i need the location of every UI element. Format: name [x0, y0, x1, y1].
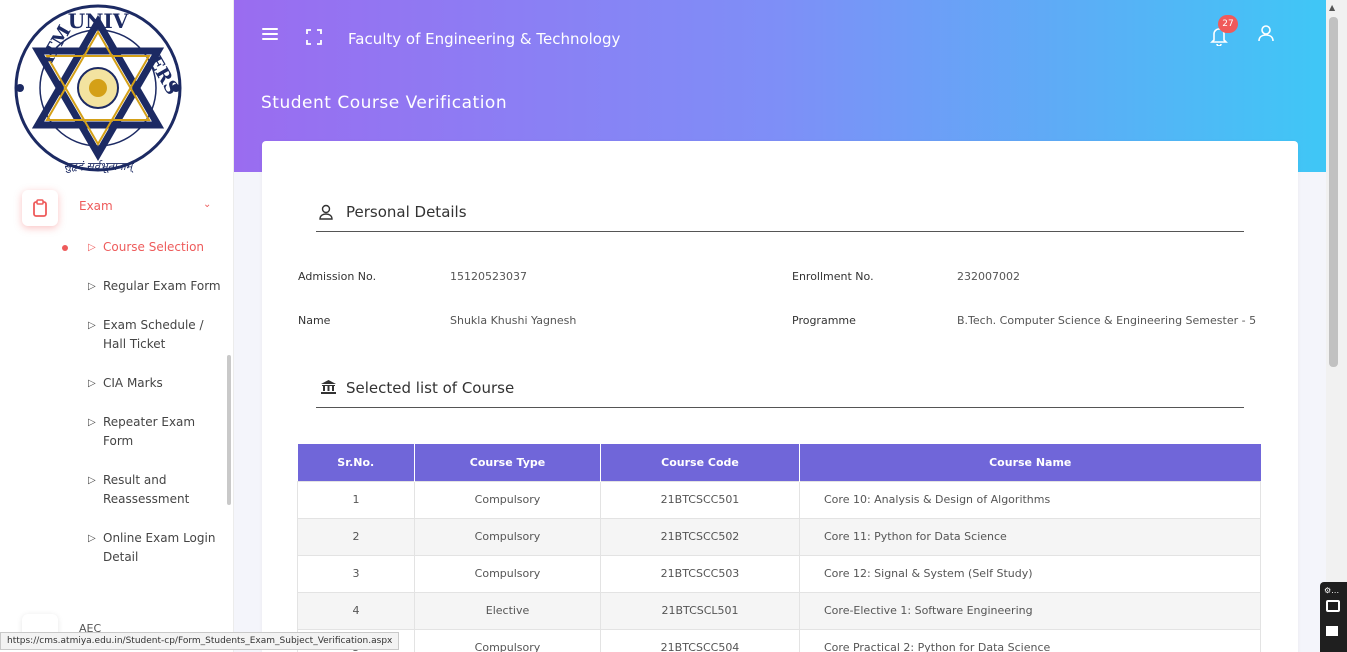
divider — [316, 407, 1244, 408]
triangle-right-icon: ▷ — [88, 533, 96, 544]
page-scrollbar[interactable]: ▲ — [1326, 0, 1347, 652]
sidebar-item-cia-marks[interactable]: ▷ CIA Marks — [62, 374, 222, 393]
course-name-cell: Core 10: Analysis & Design of Algorithms — [799, 480, 1261, 519]
scrollbar-thumb[interactable] — [1329, 17, 1338, 367]
faculty-title: Faculty of Engineering & Technology — [348, 30, 621, 48]
university-logo[interactable]: UNIV ATM ERS सुहृदं सर्वभूतानाम् — [8, 0, 188, 180]
svg-text:सुहृदं सर्वभूतानाम्: सुहृदं सर्वभूतानाम् — [64, 160, 135, 174]
divider — [316, 231, 1244, 232]
column-header: Course Type — [414, 444, 601, 481]
active-dot-icon — [62, 245, 68, 251]
user-icon[interactable] — [1258, 24, 1274, 42]
clipboard-icon — [22, 190, 58, 226]
triangle-right-icon: ▷ — [88, 417, 96, 428]
column-header: Sr.No. — [297, 444, 415, 481]
sidebar-item-repeater-exam-form[interactable]: ▷ Repeater Exam Form — [62, 413, 222, 451]
svg-text:UNIV: UNIV — [68, 9, 129, 33]
course-type-cell: Elective — [414, 591, 601, 630]
sr-no-cell: 3 — [297, 554, 415, 593]
course-code-cell: 21BTCSCC502 — [600, 517, 800, 556]
course-code-cell: 21BTCSCC504 — [600, 628, 800, 652]
sidebar-item-label: Result and Reassessment — [103, 473, 190, 506]
course-code-cell: 21BTCSCC503 — [600, 554, 800, 593]
menu-exam[interactable]: Exam ⌄ — [18, 188, 228, 226]
sidebar-item-online-exam-login[interactable]: ▷ Online Exam Login Detail — [62, 529, 222, 567]
chevron-down-icon: ⌄ — [203, 199, 212, 210]
sidebar-scrollbar[interactable] — [227, 355, 231, 505]
enrollment-no-value: 232007002 — [957, 270, 1020, 283]
floating-toolbar: ⚙… — [1320, 582, 1347, 652]
course-name-cell: Core Practical 2: Python for Data Scienc… — [799, 628, 1261, 652]
personal-details-title: Personal Details — [346, 203, 467, 221]
course-name-cell: Core 12: Signal & System (Self Study) — [799, 554, 1261, 593]
sidebar-item-regular-exam-form[interactable]: ▷ Regular Exam Form — [62, 277, 222, 296]
triangle-right-icon: ▷ — [88, 378, 96, 389]
programme-value: B.Tech. Computer Science & Engineering S… — [957, 314, 1257, 327]
triangle-right-icon: ▷ — [88, 475, 96, 486]
course-type-cell: Compulsory — [414, 480, 601, 519]
admission-no-value: 15120523037 — [450, 270, 527, 283]
hamburger-menu-icon[interactable] — [262, 28, 278, 42]
fullscreen-icon[interactable] — [306, 29, 322, 45]
triangle-right-icon: ▷ — [88, 320, 96, 331]
column-header: Course Name — [799, 444, 1261, 481]
name-value: Shukla Khushi Yagnesh — [450, 314, 577, 327]
sidebar-item-label: Exam Schedule / Hall Ticket — [103, 318, 204, 351]
table-row: 3 Compulsory 21BTCSCC503 Core 12: Signal… — [297, 554, 1261, 593]
admission-no-label: Admission No. — [298, 270, 377, 283]
programme-label: Programme — [792, 314, 856, 327]
sidebar-item-label: Regular Exam Form — [103, 279, 221, 293]
menu-exam-label: Exam — [79, 199, 113, 213]
video-icon[interactable] — [1326, 626, 1338, 636]
table-header-row: Sr.No. Course Type Course Code Course Na… — [297, 444, 1261, 481]
sidebar-item-result-reassessment[interactable]: ▷ Result and Reassessment — [62, 471, 222, 509]
table-row: 4 Elective 21BTCSCL501 Core-Elective 1: … — [297, 591, 1261, 630]
person-icon — [319, 204, 333, 220]
course-list-title: Selected list of Course — [346, 379, 515, 397]
more-icon[interactable]: ⚙… — [1324, 586, 1339, 595]
status-bar-url: https://cms.atmiya.edu.in/Student-cp/For… — [0, 632, 400, 650]
sidebar-item-course-selection[interactable]: ▷ Course Selection — [62, 238, 222, 257]
enrollment-no-label: Enrollment No. — [792, 270, 874, 283]
course-type-cell: Compulsory — [414, 517, 601, 556]
sr-no-cell: 1 — [297, 480, 415, 519]
scroll-up-icon[interactable]: ▲ — [1329, 3, 1335, 12]
triangle-right-icon: ▷ — [88, 242, 96, 253]
sidebar: UNIV ATM ERS सुहृदं सर्वभूतानाम् Exam ⌄ … — [0, 0, 234, 652]
table-row: 5 Compulsory 21BTCSCC504 Core Practical … — [297, 628, 1261, 652]
course-name-cell: Core-Elective 1: Software Engineering — [799, 591, 1261, 630]
camera-icon[interactable] — [1326, 600, 1340, 612]
triangle-right-icon: ▷ — [88, 281, 96, 292]
sidebar-item-exam-schedule[interactable]: ▷ Exam Schedule / Hall Ticket — [62, 316, 222, 354]
main-card: Personal Details Admission No. 151205230… — [262, 141, 1298, 652]
sidebar-item-label: Repeater Exam Form — [103, 415, 196, 448]
sr-no-cell: 2 — [297, 517, 415, 556]
course-name-cell: Core 11: Python for Data Science — [799, 517, 1261, 556]
column-header: Course Code — [600, 444, 800, 481]
notification-badge: 27 — [1218, 15, 1238, 33]
exam-submenu: ▷ Course Selection ▷ Regular Exam Form ▷… — [62, 238, 222, 587]
table-row: 2 Compulsory 21BTCSCC502 Core 11: Python… — [297, 517, 1261, 556]
sidebar-item-label: Course Selection — [103, 240, 205, 254]
sr-no-cell: 4 — [297, 591, 415, 630]
institution-icon — [321, 380, 336, 394]
course-code-cell: 21BTCSCC501 — [600, 480, 800, 519]
page-title: Student Course Verification — [261, 93, 508, 113]
table-row: 1 Compulsory 21BTCSCC501 Core 10: Analys… — [297, 480, 1261, 519]
course-type-cell: Compulsory — [414, 628, 601, 652]
sidebar-item-label: CIA Marks — [103, 376, 163, 390]
name-label: Name — [298, 314, 331, 327]
course-table: Sr.No. Course Type Course Code Course Na… — [297, 444, 1261, 652]
sidebar-item-label: Online Exam Login Detail — [103, 531, 216, 564]
course-code-cell: 21BTCSCL501 — [600, 591, 800, 630]
course-type-cell: Compulsory — [414, 554, 601, 593]
